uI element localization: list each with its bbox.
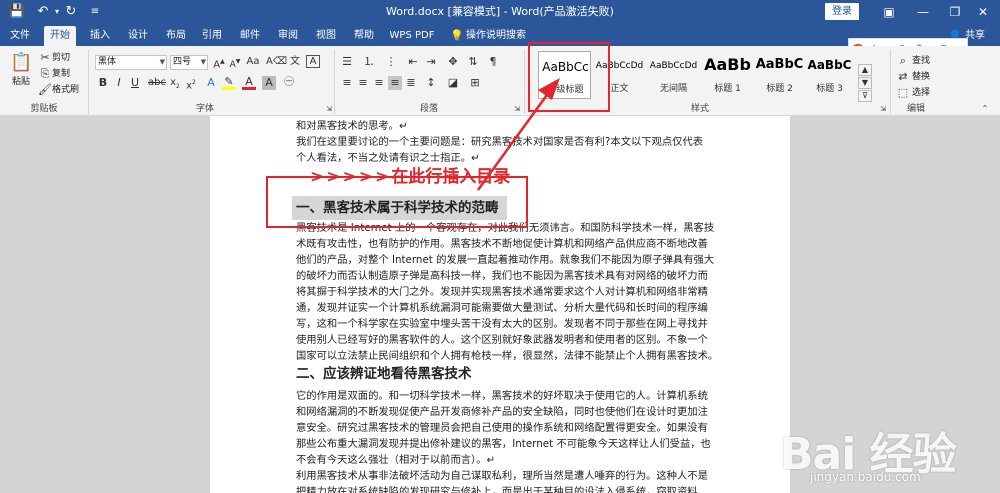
word-window: 💾 ↶ ▾ ↻ ≡ Word.docx [兼容模式] - Word(产品激活失败…	[0, 0, 1000, 493]
baidu-watermark: Bai 经验 jingyan.baidu.com	[780, 418, 995, 488]
arrow-head	[538, 78, 560, 100]
watermark-url: jingyan.baidu.com	[810, 470, 921, 484]
arrow-line	[476, 87, 554, 191]
